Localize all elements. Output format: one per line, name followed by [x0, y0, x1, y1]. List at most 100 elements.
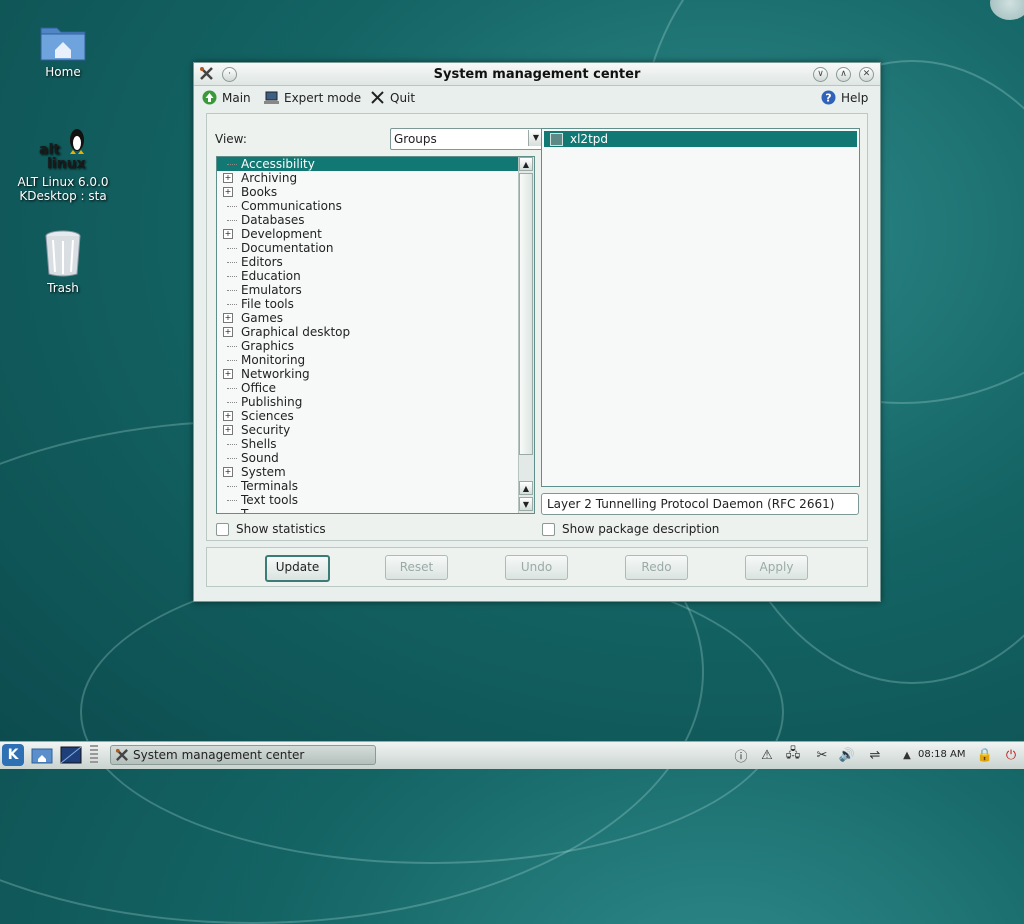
lock-screen-icon[interactable]: 🔒	[976, 746, 994, 764]
desktop-icon-trash[interactable]: Trash	[13, 230, 113, 295]
scrollbar-thumb[interactable]	[519, 173, 533, 455]
taskbar: K System management center ⓘ ⚠ 🖧 ✂ 🔊 ⇌ ▲…	[0, 741, 1024, 769]
show-package-description-label: Show package description	[562, 522, 720, 536]
laptop-icon	[264, 91, 279, 104]
window-titlebar[interactable]: · System management center ∨ ∧ ✕	[194, 63, 880, 86]
tree-item[interactable]: T...	[217, 507, 534, 513]
tree-item[interactable]: Monitoring	[217, 353, 534, 367]
tree-item[interactable]: Shells	[217, 437, 534, 451]
volume-icon[interactable]: 🔊	[838, 746, 856, 764]
tree-item[interactable]: + Games	[217, 311, 534, 325]
tree-item[interactable]: Sound	[217, 451, 534, 465]
help-button[interactable]: ? Help	[821, 90, 868, 105]
expand-icon[interactable]: +	[223, 173, 233, 183]
tree-item[interactable]: Publishing	[217, 395, 534, 409]
help-icon: ?	[821, 90, 836, 105]
package-row[interactable]: xl2tpd	[544, 131, 857, 147]
scroll-up-icon-lower[interactable]: ▲	[519, 481, 533, 495]
maximize-button[interactable]: ∧	[836, 67, 851, 82]
tree-line	[227, 500, 237, 501]
reset-button[interactable]: Reset	[385, 555, 448, 580]
notes-warning-icon[interactable]: ⚠	[758, 746, 776, 764]
tree-item[interactable]: Databases	[217, 213, 534, 227]
svg-text:linux: linux	[47, 156, 86, 172]
window-title: System management center	[433, 67, 641, 82]
expand-icon[interactable]: +	[223, 327, 233, 337]
tree-item[interactable]: + Networking	[217, 367, 534, 381]
tree-item[interactable]: Accessibility	[217, 157, 534, 171]
taskbar-task-system-management[interactable]: System management center	[110, 745, 376, 765]
tree-item-label: Development	[241, 227, 322, 241]
tree-item-label: Text tools	[241, 493, 299, 507]
checkbox-box[interactable]	[542, 522, 555, 536]
tree-item[interactable]: + Archiving	[217, 171, 534, 185]
tree-line	[227, 164, 237, 165]
tree-item[interactable]: Editors	[217, 255, 534, 269]
minimize-button[interactable]: ∨	[813, 67, 828, 82]
app-tools-icon	[115, 748, 128, 761]
tree-item[interactable]: + System	[217, 465, 534, 479]
tree-item-label: Editors	[241, 255, 283, 269]
quit-button[interactable]: Quit	[370, 90, 415, 105]
taskbar-clock[interactable]: 08:18 AM	[918, 749, 965, 760]
kde-menu-icon[interactable]: K	[2, 744, 24, 766]
desktop-icon-home[interactable]: Home	[13, 20, 113, 79]
tree-item[interactable]: Terminals	[217, 479, 534, 493]
package-list[interactable]: xl2tpd	[541, 128, 860, 487]
expand-icon[interactable]: +	[223, 187, 233, 197]
tree-item[interactable]: Education	[217, 269, 534, 283]
expand-icon[interactable]: +	[223, 369, 233, 379]
show-package-description-checkbox[interactable]: Show package description	[542, 522, 719, 536]
view-label: View:	[215, 132, 247, 146]
expand-icon[interactable]: +	[223, 229, 233, 239]
groups-tree-scrollbar[interactable]: ▲ ▲ ▼	[518, 157, 534, 513]
expand-icon[interactable]: +	[223, 467, 233, 477]
package-checkbox[interactable]	[550, 133, 563, 146]
show-desktop-icon[interactable]	[60, 746, 82, 764]
desktop-icon-altlinux[interactable]: alt linux ALT Linux 6.0.0 KDesktop : sta	[13, 126, 113, 203]
usb-icon[interactable]: ⇌	[866, 746, 884, 764]
tree-item[interactable]: + Sciences	[217, 409, 534, 423]
tree-item-label: Documentation	[241, 241, 334, 255]
update-button[interactable]: Update	[265, 555, 330, 582]
tree-item[interactable]: + Books	[217, 185, 534, 199]
tree-item[interactable]: + Development	[217, 227, 534, 241]
main-button[interactable]: Main	[202, 90, 251, 105]
clipboard-scissors-icon[interactable]: ✂	[813, 746, 831, 764]
checkbox-box[interactable]	[216, 522, 229, 536]
expand-icon[interactable]: +	[223, 411, 233, 421]
help-label: Help	[841, 90, 869, 105]
tree-item[interactable]: File tools	[217, 297, 534, 311]
tray-expand-icon[interactable]: ▲	[898, 746, 916, 764]
power-icon[interactable]: ⏻	[1002, 746, 1020, 764]
expert-mode-button[interactable]: Expert mode	[264, 90, 361, 105]
tree-item[interactable]: Graphics	[217, 339, 534, 353]
tree-item[interactable]: Emulators	[217, 283, 534, 297]
apply-button[interactable]: Apply	[745, 555, 808, 580]
view-select[interactable]: Groups ▼	[390, 128, 545, 150]
tree-item[interactable]: Text tools	[217, 493, 534, 507]
tree-item[interactable]: Communications	[217, 199, 534, 213]
groups-tree[interactable]: Accessibility + Archiving + Books Communicati…	[216, 156, 535, 514]
window-toolbar: Main Expert mode Quit ? Help	[194, 86, 880, 110]
tree-item-label: Publishing	[241, 395, 303, 409]
taskbar-task-label: System management center	[133, 748, 305, 762]
info-icon[interactable]: ⓘ	[732, 746, 750, 765]
tree-line	[227, 290, 237, 291]
home-folder-launcher-icon[interactable]	[31, 746, 53, 764]
network-icon[interactable]: 🖧	[784, 746, 802, 764]
tree-item[interactable]: Office	[217, 381, 534, 395]
close-button[interactable]: ✕	[859, 67, 874, 82]
taskbar-separator-handle	[90, 745, 98, 765]
scroll-up-icon[interactable]: ▲	[519, 157, 533, 171]
tree-item[interactable]: + Graphical desktop	[217, 325, 534, 339]
scroll-down-icon[interactable]: ▼	[519, 497, 533, 511]
desktop-icon-altlinux-label2: KDesktop : sta	[19, 189, 107, 203]
show-statistics-checkbox[interactable]: Show statistics	[216, 522, 326, 536]
redo-button[interactable]: Redo	[625, 555, 688, 580]
tree-item[interactable]: Documentation	[217, 241, 534, 255]
expand-icon[interactable]: +	[223, 425, 233, 435]
tree-item[interactable]: + Security	[217, 423, 534, 437]
undo-button[interactable]: Undo	[505, 555, 568, 580]
expand-icon[interactable]: +	[223, 313, 233, 323]
